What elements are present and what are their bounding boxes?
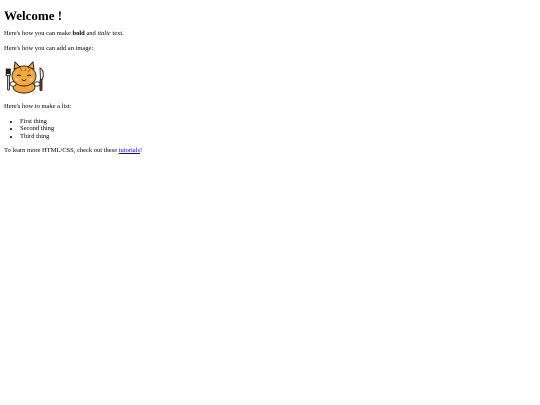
intro-after: text. (110, 30, 124, 38)
tutorials-link[interactable]: tutorials (119, 147, 140, 154)
list-intro-text: Here's how to make a list: (4, 102, 72, 110)
page-title: Welcome ! (4, 8, 63, 23)
intro-text: Here's how you can make bold and italic … (4, 30, 536, 38)
cat-with-fork-and-knife-icon (4, 60, 536, 96)
page-content: Welcome ! Here's how you can make bold a… (0, 0, 540, 155)
list-item: First thing (20, 118, 536, 126)
intro-before: Here's how you can make (4, 30, 73, 38)
bold-text: bold (72, 30, 85, 38)
italic-text: italic (97, 30, 111, 38)
outro-before: To learn more HTML/CSS, check out these (4, 147, 119, 155)
list-item: Third thing (20, 133, 536, 141)
image-intro-text: Here's how you can add an image: (4, 45, 94, 53)
outro-text: To learn more HTML/CSS, check out these … (4, 147, 536, 155)
intro-middle: and (84, 30, 98, 38)
list-item: Second thing (20, 125, 536, 133)
things-list: First thing Second thing Third thing (4, 118, 536, 141)
outro-after: ! (140, 147, 143, 155)
